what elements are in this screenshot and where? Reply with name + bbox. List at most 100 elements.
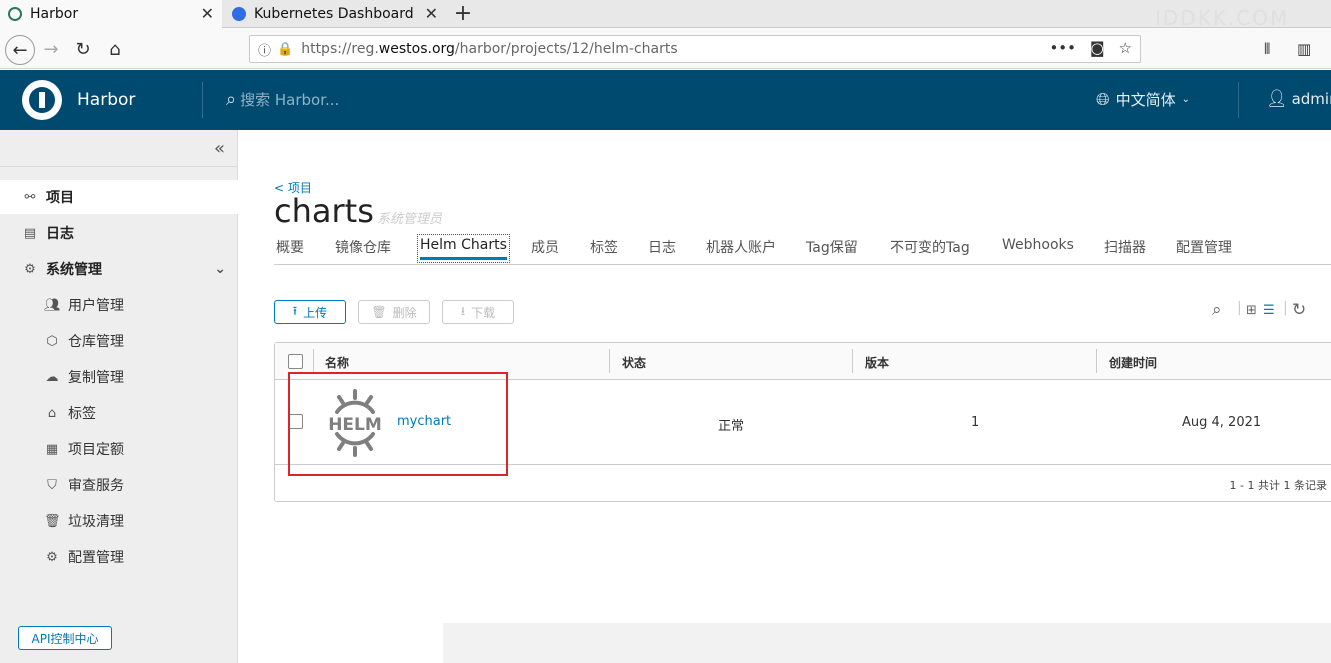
column-separator	[313, 349, 314, 373]
download-label: 下载	[471, 305, 496, 320]
users-icon: 👥︎	[44, 297, 61, 313]
chart-version: 1	[971, 415, 980, 430]
chart-status: 正常	[718, 419, 745, 434]
user-icon: 👤︎	[1266, 89, 1288, 109]
table-footer: 1 - 1 共计 1 条记录	[1229, 479, 1327, 492]
sidebar-item-labels[interactable]: ⌂ 标签	[0, 396, 238, 430]
sidebar-toggle-icon[interactable]: ▥	[1297, 40, 1311, 58]
sidebar-item-label: 审查服务	[68, 478, 124, 494]
tab-summary[interactable]: 概要	[276, 237, 304, 257]
browser-tab-title: Kubernetes Dashboard	[254, 6, 414, 22]
administration-icon: ⚙	[24, 261, 36, 277]
column-header-created[interactable]: 创建时间	[1109, 354, 1157, 371]
search-icon[interactable]: ⌕	[1212, 300, 1222, 320]
sidebar-item-label: 项目	[46, 190, 74, 206]
sidebar-item-garbage-collection[interactable]: 🗑︎ 垃圾清理	[0, 504, 238, 538]
api-explorer-button[interactable]: API控制中心	[18, 626, 112, 650]
list-view-icon[interactable]: ☰	[1263, 303, 1275, 318]
reload-icon: ↻	[75, 38, 91, 60]
sidebar-item-label: 标签	[68, 406, 96, 422]
bookmark-star-icon[interactable]: ☆	[1119, 39, 1132, 57]
sidebar-item-replications[interactable]: ☁ 复制管理	[0, 360, 238, 394]
tab-helm-charts[interactable]: Helm Charts	[417, 234, 510, 263]
browser-tab-harbor[interactable]: Harbor ✕	[0, 0, 222, 28]
browser-navbar: ← → ↻ ⌂ ⓘ 🔒 https://reg. westos.org/harbo…	[0, 28, 1331, 69]
sidebar-item-logs[interactable]: ▤ 日志	[0, 216, 238, 250]
url-actions: ••• ◙ ☆	[1049, 39, 1132, 57]
download-button[interactable]: ⭳ 下载	[442, 300, 514, 324]
info-icon[interactable]: ⓘ	[258, 40, 271, 59]
column-header-name[interactable]: 名称	[325, 354, 349, 371]
column-separator[interactable]	[1096, 349, 1097, 373]
sidebar-item-interrogation-services[interactable]: ⛉ 审查服务	[0, 468, 238, 502]
browser-tab-title: Harbor	[30, 6, 79, 22]
sidebar-item-label: 用户管理	[68, 298, 124, 314]
delete-label: 删除	[392, 305, 417, 320]
tab-labels[interactable]: 标签	[590, 237, 618, 257]
sidebar-item-label: 日志	[46, 226, 74, 242]
sidebar-item-projects[interactable]: ⚯ 项目	[0, 180, 238, 214]
sidebar-item-users[interactable]: 👥︎ 用户管理	[0, 288, 238, 322]
sidebar-item-label: 系统管理	[46, 262, 102, 278]
close-tab-icon[interactable]: ✕	[425, 4, 438, 23]
role-label: 系统管理员	[377, 212, 443, 227]
address-bar[interactable]: ⓘ 🔒 https://reg. westos.org/harbor/projec…	[249, 35, 1141, 63]
user-name: admin	[1291, 90, 1331, 108]
tab-immutable-tags[interactable]: 不可变的Tag	[890, 237, 970, 257]
column-header-version[interactable]: 版本	[865, 354, 889, 371]
user-menu[interactable]: 👤︎ admin	[1266, 89, 1331, 109]
sidebar-item-label: 项目定额	[68, 442, 124, 458]
sidebar-item-configuration[interactable]: ⚙ 配置管理	[0, 540, 238, 574]
delete-button[interactable]: 🗑︎ 删除	[358, 300, 430, 324]
chevron-down-icon: ⌄	[1181, 94, 1191, 105]
language-selector[interactable]: 🌐︎ 中文简体 ⌄	[1096, 89, 1190, 110]
browser-tab-strip: Harbor ✕ Kubernetes Dashboard ✕ + IDDKK.…	[0, 0, 1331, 30]
close-tab-icon[interactable]: ✕	[201, 4, 214, 23]
tab-robot-accounts[interactable]: 机器人账户	[706, 237, 776, 257]
more-actions-icon[interactable]: •••	[1049, 39, 1076, 57]
insecure-lock-icon[interactable]: 🔒	[277, 42, 293, 57]
kubernetes-favicon-icon	[232, 7, 246, 21]
browser-tab-kubernetes[interactable]: Kubernetes Dashboard ✕	[224, 0, 446, 28]
tab-tag-retention[interactable]: Tag保留	[806, 237, 858, 257]
back-button[interactable]: ←	[5, 35, 35, 65]
upload-icon: ⭱	[292, 303, 298, 318]
collapse-sidebar-icon[interactable]: «	[214, 138, 225, 159]
sidebar-item-administration[interactable]: ⚙ 系统管理 ⌄	[0, 252, 238, 286]
chevron-down-icon: ⌄	[214, 261, 226, 277]
tag-icon: ⌂	[47, 405, 57, 421]
sidebar-item-label: 仓库管理	[68, 334, 124, 350]
library-icon[interactable]: ⫴	[1264, 40, 1270, 58]
upload-button[interactable]: ⭱ 上传	[274, 300, 346, 324]
reload-button[interactable]: ↻	[70, 36, 96, 62]
pocket-icon[interactable]: ◙	[1090, 39, 1105, 57]
sidebar-item-registries[interactable]: ⬡ 仓库管理	[0, 324, 238, 358]
sidebar-item-label: 复制管理	[68, 370, 124, 386]
tab-scanner[interactable]: 扫描器	[1104, 237, 1146, 257]
select-all-checkbox[interactable]	[288, 354, 303, 369]
page-title: charts	[274, 192, 374, 230]
home-button[interactable]: ⌂	[102, 36, 128, 62]
tab-logs[interactable]: 日志	[648, 237, 676, 257]
sidebar: « ⚯ 项目 ▤ 日志 ⚙ 系统管理 ⌄ 👥︎ 用户管理 ⬡ 仓库管理 ☁ 复制…	[0, 130, 238, 663]
forward-button[interactable]: →	[38, 36, 64, 62]
new-tab-button[interactable]: +	[452, 1, 474, 26]
global-search[interactable]: ⌕ 搜索 Harbor...	[226, 89, 339, 110]
logs-icon: ▤	[23, 225, 37, 241]
tab-members[interactable]: 成员	[531, 237, 559, 257]
column-separator[interactable]	[609, 349, 610, 373]
harbor-logo-icon[interactable]	[22, 80, 62, 120]
tab-webhooks[interactable]: Webhooks	[1002, 237, 1074, 253]
search-icon: ⌕	[226, 89, 237, 110]
card-view-icon[interactable]: ⊞	[1246, 303, 1257, 318]
column-separator[interactable]	[852, 349, 853, 373]
tab-configuration[interactable]: 配置管理	[1176, 237, 1232, 257]
refresh-icon[interactable]: ↻	[1292, 300, 1306, 320]
highlight-box	[288, 372, 508, 476]
url-host: westos.org	[378, 41, 455, 57]
sidebar-item-project-quotas[interactable]: ▦ 项目定额	[0, 432, 238, 466]
column-header-status[interactable]: 状态	[622, 354, 646, 371]
tab-repositories[interactable]: 镜像仓库	[335, 237, 391, 257]
trash-icon: 🗑︎	[44, 513, 61, 529]
brand-title[interactable]: Harbor	[77, 90, 135, 110]
